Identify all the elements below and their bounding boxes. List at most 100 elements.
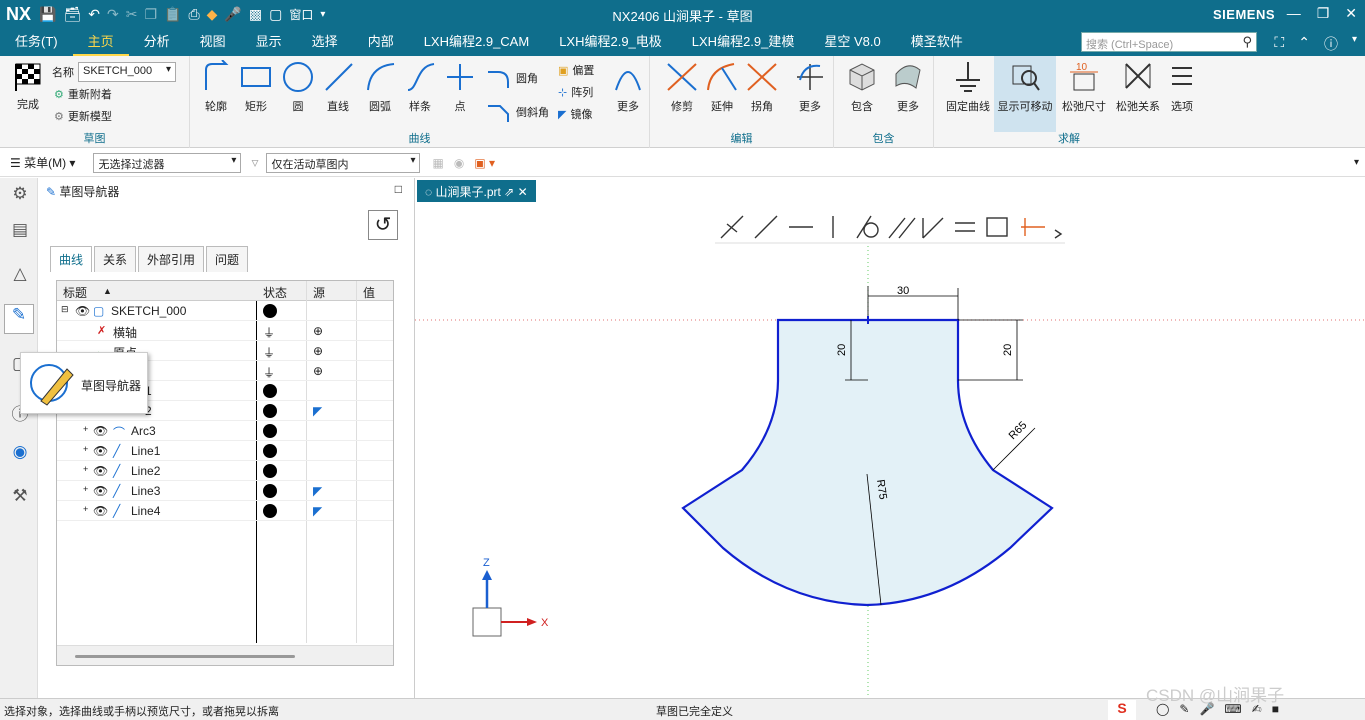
snap-point-icon[interactable]: ◉ — [454, 156, 464, 170]
search-input[interactable]: 搜索 (Ctrl+Space) ⚲ — [1081, 32, 1257, 52]
tab-display[interactable]: 显示 — [241, 28, 297, 56]
save-icon[interactable]: 💾 — [39, 6, 56, 23]
maximize-panel-icon[interactable]: □ — [395, 182, 402, 196]
filter-icon[interactable]: ▿ — [251, 154, 258, 171]
input-method-icon[interactable]: S — [1108, 700, 1136, 720]
expand-icon[interactable]: + — [83, 444, 88, 454]
save-all-icon[interactable]: 🗃 — [63, 6, 81, 23]
eye-icon[interactable]: 👁 — [93, 484, 108, 498]
eye-icon[interactable]: 👁 — [93, 464, 108, 478]
update-model-button[interactable]: ⚙ 更新模型 — [54, 108, 112, 124]
tab-lxh-cam[interactable]: LXH编程2.9_CAM — [409, 28, 544, 56]
tab-curves[interactable]: 曲线 — [50, 246, 93, 272]
spline-button[interactable]: 样条 — [402, 60, 438, 114]
pin-icon[interactable]: ▾ — [1352, 34, 1357, 54]
close-icon[interactable]: ✕ — [1345, 5, 1357, 22]
horizontal-scrollbar[interactable] — [57, 645, 393, 665]
selection-scope-select[interactable]: 仅在活动草图内 ▾ — [266, 152, 421, 173]
eye-icon[interactable]: 👁 — [75, 304, 90, 318]
fillet-button[interactable]: 圆角 — [486, 68, 538, 88]
search-icon[interactable]: ⚲ — [1242, 34, 1252, 50]
point-button[interactable]: 点 — [442, 60, 478, 114]
microphone-icon[interactable]: 🎤 — [224, 6, 241, 23]
rectangle-button[interactable]: 矩形 — [238, 60, 274, 114]
sort-up-icon[interactable]: ▲ — [103, 286, 112, 296]
column-status[interactable]: 状态 — [263, 284, 287, 301]
trim-button[interactable]: 修剪 — [664, 60, 700, 114]
tools-icon[interactable]: ⚒ — [8, 486, 32, 510]
paste-icon[interactable]: 📋 — [164, 6, 181, 23]
extend-button[interactable]: 延伸 — [704, 60, 740, 114]
dim-right-20-label[interactable]: 20 — [1002, 344, 1014, 356]
arc-button[interactable]: 圆弧 — [362, 60, 398, 114]
table-row[interactable]: + 👁 ╱ Line4 ◤ — [57, 501, 393, 521]
copy-icon[interactable]: ❐ — [144, 6, 157, 23]
dim-30-label[interactable]: 30 — [897, 285, 909, 297]
circle-button[interactable]: 圆 — [280, 60, 316, 114]
help-icon[interactable]: ⓘ — [1324, 34, 1338, 54]
expand-icon[interactable]: + — [83, 504, 88, 514]
chevron-down-icon[interactable]: ▾ — [320, 9, 325, 20]
tab-relations[interactable]: 关系 — [94, 246, 137, 272]
expand-icon[interactable]: + — [83, 464, 88, 474]
table-row[interactable]: + 👁 ╱ Line1 — [57, 441, 393, 461]
type-filter-select[interactable]: 无选择过滤器 ▾ — [93, 152, 242, 173]
fullscreen-icon[interactable]: ⛶ — [1274, 34, 1284, 54]
include-more-button[interactable]: 更多 — [890, 60, 926, 114]
reattach-button[interactable]: ⚙ 重新附着 — [54, 86, 112, 102]
table-row[interactable]: + 👁 ╱ Line2 — [57, 461, 393, 481]
window-icon[interactable]: ▢ — [269, 6, 282, 23]
constraint-toolbar[interactable] — [720, 215, 1063, 239]
snap-settings-icon[interactable]: ▣ ▾ — [474, 156, 495, 170]
fix-curve-button[interactable]: 固定曲线 — [940, 60, 996, 114]
sketch-name-select[interactable]: SKETCH_000 ▾ — [78, 62, 176, 82]
pattern-button[interactable]: ⊹ 阵列 — [558, 84, 593, 100]
dim-left-20-label[interactable]: 20 — [836, 344, 848, 356]
tab-select[interactable]: 选择 — [297, 28, 353, 56]
eye-icon[interactable]: 👁 — [93, 444, 108, 458]
tab-problems[interactable]: 问题 — [206, 246, 249, 272]
assembly-icon[interactable]: △ — [8, 264, 32, 288]
snap-icon[interactable]: ▦ — [432, 156, 443, 170]
options-button[interactable]: 选项 — [1164, 60, 1200, 114]
corner-button[interactable]: 拐角 — [744, 60, 780, 114]
table-row[interactable]: + 👁 ⌒ Arc3 — [57, 421, 393, 441]
tab-lxh-modeling[interactable]: LXH编程2.9_建模 — [677, 28, 810, 56]
minimize-icon[interactable]: — — [1287, 5, 1301, 22]
part-navigator-icon[interactable]: ▤ — [8, 220, 32, 244]
restore-icon[interactable]: ❐ — [1317, 5, 1330, 22]
settings-icon[interactable]: ⚙ — [8, 184, 32, 208]
tab-home[interactable]: 主页 — [72, 28, 129, 56]
table-row[interactable]: ⊟ 👁 ▢ SKETCH_000 — [57, 301, 393, 321]
finish-button[interactable]: 完成 — [8, 60, 48, 112]
column-source[interactable]: 源 — [313, 284, 325, 301]
tab-analysis[interactable]: 分析 — [129, 28, 185, 56]
window-menu[interactable]: 窗口 — [289, 6, 313, 23]
sketch-navigator-icon[interactable]: ✎ — [4, 304, 34, 334]
expand-icon[interactable]: + — [83, 484, 88, 494]
edit-more-button[interactable]: 更多 — [792, 60, 828, 114]
sketch-canvas[interactable]: 30 20 20 R65 R75 Z X — [415, 178, 1365, 698]
cut-icon[interactable]: ✂ — [126, 6, 138, 23]
curve-more-button[interactable]: 更多 — [610, 60, 646, 114]
touch-mode-icon[interactable]: ◆ — [207, 6, 218, 23]
sketch-profile[interactable] — [681, 318, 1054, 607]
ime-toolbar-icons[interactable]: ◯✎🎤⌨✍■ — [1156, 702, 1289, 716]
redo-icon[interactable]: ↷ — [107, 6, 119, 23]
dim-r65-label[interactable]: R65 — [1007, 419, 1030, 442]
show-movable-button[interactable]: 显示可移动 — [994, 56, 1056, 132]
table-row[interactable]: + 👁 ╱ Line3 ◤ — [57, 481, 393, 501]
chamfer-button[interactable]: 倒斜角 — [486, 102, 549, 122]
graphics-window[interactable]: ◌ 山涧果子.prt ⇗ ✕ 30 20 20 R65 R75 Z X — [414, 178, 1365, 698]
include-button[interactable]: 包含 — [844, 60, 880, 114]
collapse-icon[interactable]: ⊟ — [61, 304, 69, 315]
print-icon[interactable]: ⎙ — [188, 6, 199, 23]
column-value[interactable]: 值 — [363, 284, 375, 301]
profile-button[interactable]: 轮廓 — [198, 60, 234, 114]
menu-button[interactable]: ☰ 菜单(M) ▾ — [10, 154, 75, 171]
relax-relation-button[interactable]: 松弛关系 — [1112, 60, 1164, 114]
collapse-ribbon-icon[interactable]: ⌃ — [1298, 34, 1310, 54]
refresh-button[interactable]: ↺ — [368, 210, 398, 240]
column-title[interactable]: 标题 — [63, 284, 87, 301]
table-row[interactable]: ✗ 横轴 ⏚ ⊕ — [57, 321, 393, 341]
